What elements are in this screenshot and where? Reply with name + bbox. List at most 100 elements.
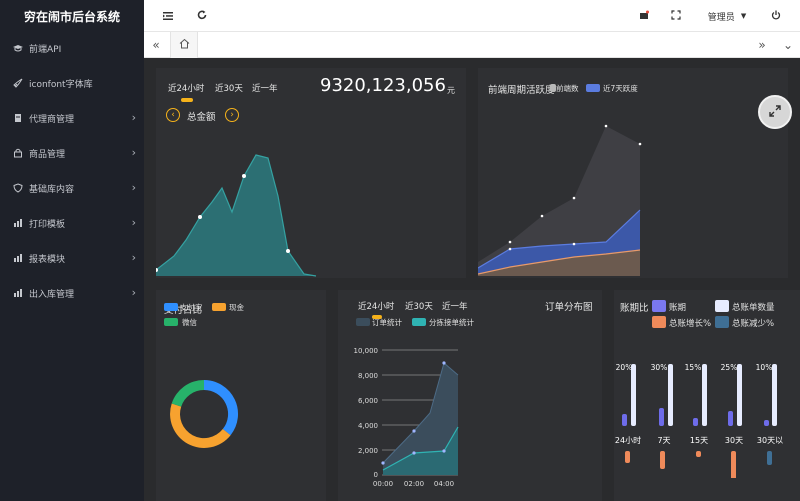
top-header: 管理员 ▼ [144, 0, 800, 32]
y-tick-label: 10,000 [354, 347, 379, 355]
menu-fold-icon [163, 10, 173, 23]
lock-icon [13, 148, 23, 158]
sidebar-item-label: 打印模板 [29, 219, 66, 230]
tabs-dropdown-button[interactable]: ⌄ [776, 32, 800, 58]
payment-donut-chart [170, 380, 239, 448]
user-name: 管理员 [707, 12, 735, 23]
sidebar-item-reports[interactable]: 报表模块 › [0, 247, 144, 269]
activity-area-chart [478, 124, 642, 276]
user-menu[interactable]: 管理员 ▼ [702, 0, 752, 32]
sidebar-item-goods[interactable]: 商品管理 › [0, 142, 144, 164]
legend-swatch [715, 300, 729, 312]
y-tick-label: 8,000 [358, 372, 378, 380]
sidebar-item-agents[interactable]: 代理商管理 › [0, 107, 144, 129]
accounts-bar-chart: 20% 24小时 30% 7天 15% 15天 25% 30天 10% 30天以 [615, 363, 783, 478]
activity-point [540, 214, 544, 218]
sales-area [156, 155, 316, 276]
tabs-scroll-right-button[interactable]: » [750, 32, 774, 58]
activity-point [508, 247, 512, 251]
slice-cash [170, 403, 231, 448]
power-icon [771, 10, 781, 23]
legend-swatch [212, 303, 226, 311]
sidebar-item-label: 代理商管理 [29, 114, 75, 125]
activity-point [572, 242, 576, 246]
double-chevron-left-icon: « [152, 38, 160, 52]
sidebar-item-base-library[interactable]: 基础库内容 › [0, 177, 144, 199]
tab-home[interactable] [170, 32, 198, 58]
sales-point [286, 249, 290, 253]
bar-account-period [728, 411, 733, 426]
tab-1y[interactable]: 近一年 [442, 300, 468, 312]
sidebar-item-iconfont[interactable]: iconfont字体库 [0, 72, 144, 94]
bar-growth [731, 451, 736, 478]
tab-24h[interactable]: 近24小时 [358, 300, 394, 312]
metric-label: 总金额 [187, 112, 216, 123]
tab-24h[interactable]: 近24小时 [168, 82, 204, 94]
category-label: 30天 [725, 436, 743, 445]
bar-growth [696, 451, 701, 457]
y-tick-label: 2,000 [358, 447, 378, 455]
messages-button[interactable] [636, 0, 652, 32]
fullscreen-button[interactable] [668, 0, 684, 32]
bar-total-bills [702, 364, 707, 426]
y-tick-label: 0 [374, 471, 378, 479]
sidebar-item-inventory[interactable]: 出入库管理 › [0, 282, 144, 304]
shield-icon [13, 183, 23, 193]
legend-swatch [715, 316, 729, 328]
expand-icon [768, 104, 782, 121]
x-tick-label: 00:00 [373, 480, 393, 488]
slice-alipay [204, 380, 239, 436]
sidebar: 穷在闹市后台系统 前端API iconfont字体库 代理商管理 › 商品管理 … [0, 0, 144, 501]
legend-label: 总账增长% [669, 319, 712, 329]
legend-label: 分拣接单统计 [429, 318, 474, 327]
sidebar-item-frontend-api[interactable]: 前端API [0, 37, 144, 59]
y-tick-label: 6,000 [358, 397, 378, 405]
bar-account-period [764, 420, 769, 426]
refresh-button[interactable] [194, 0, 210, 32]
legend-label: 微信 [182, 318, 197, 327]
chevron-right-icon: › [131, 286, 136, 299]
bar-total-bills [631, 364, 636, 426]
tabs-scroll-left-button[interactable]: « [144, 32, 168, 58]
sales-point [198, 215, 202, 219]
tabs-bar: « » ⌄ [144, 32, 800, 58]
app-title: 穷在闹市后台系统 [23, 9, 120, 24]
order-point [381, 461, 385, 465]
document-icon [13, 113, 23, 123]
logout-button[interactable] [768, 0, 784, 32]
legend-label: 总账减少% [732, 319, 775, 329]
category-label: 30天以 [757, 436, 783, 445]
legend-swatch [586, 84, 600, 92]
fullscreen-icon [671, 9, 681, 23]
legend-label: 现金 [229, 303, 244, 312]
bar-total-bills [668, 364, 673, 426]
collapse-menu-button[interactable] [160, 0, 176, 32]
tab-30d[interactable]: 近30天 [405, 300, 433, 312]
active-tab-indicator [181, 98, 193, 102]
x-tick-label: 04:00 [434, 480, 454, 488]
chevron-right-icon: › [131, 146, 136, 159]
sales-point [242, 174, 246, 178]
y-tick-label: 4,000 [358, 422, 378, 430]
tab-1y[interactable]: 近一年 [252, 82, 278, 94]
legend-label: 账期 [669, 303, 687, 313]
slice-wechat [171, 380, 204, 407]
bar-total-bills [772, 364, 777, 426]
sidebar-item-print-template[interactable]: 打印模板 › [0, 212, 144, 234]
legend-label: 近7天跃度 [603, 84, 638, 93]
refresh-icon [197, 10, 207, 23]
x-tick-label: 02:00 [404, 480, 424, 488]
expand-button[interactable] [758, 95, 792, 129]
activity-point [604, 124, 608, 128]
tab-30d[interactable]: 近30天 [215, 82, 243, 94]
legend-swatch [412, 318, 426, 326]
mortarboard-icon [13, 43, 23, 53]
legend-swatch [652, 316, 666, 328]
accounts-title: 账期比 [620, 303, 649, 314]
prev-metric-button[interactable]: ‹ [166, 108, 180, 122]
next-metric-button[interactable]: › [225, 108, 239, 122]
activity-point [508, 240, 512, 244]
order-point [412, 429, 416, 433]
activity-title: 前端周期活跃度 [488, 85, 555, 96]
sidebar-item-label: 报表模块 [29, 254, 66, 265]
